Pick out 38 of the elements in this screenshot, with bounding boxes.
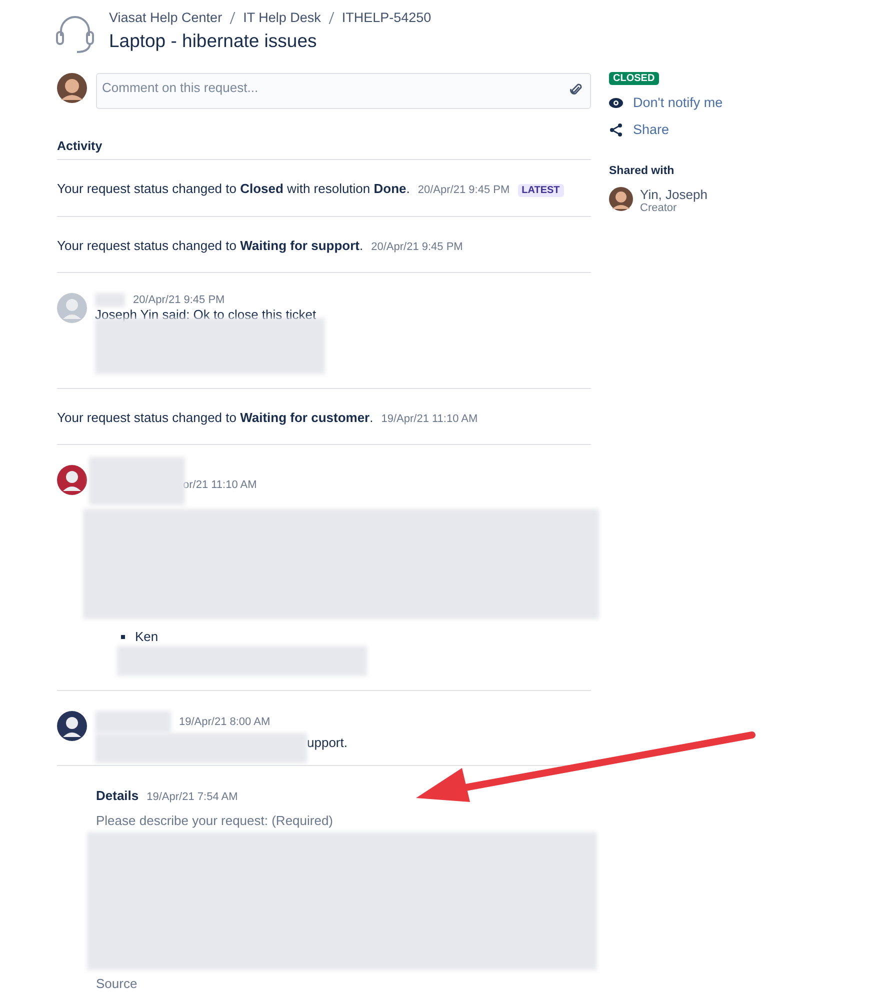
field-label: Please describe your request: (Required) — [96, 813, 334, 828]
field-label: Source — [96, 976, 138, 991]
breadcrumb-link[interactable]: Viasat Help Center — [109, 10, 222, 25]
bullet-icon — [121, 634, 125, 638]
timestamp: 19/Apr/21 7:54 AM — [146, 791, 238, 803]
avatar — [57, 73, 87, 103]
comment-text: upport. — [307, 734, 348, 750]
status-change-text: Your request status changed to Waiting for support. — [57, 238, 364, 253]
timestamp: 20/Apr/21 9:45 PM — [418, 184, 510, 196]
action-link[interactable]: Don't notify me — [609, 93, 723, 112]
status-lozenge: CLOSED — [609, 72, 659, 85]
avatar — [57, 465, 87, 495]
person-role: Creator — [640, 202, 678, 214]
timestamp: 19/Apr/21 11:10 AM — [381, 413, 478, 425]
comment-text: Joseph Yin said: Ok to close this ticket — [95, 307, 318, 322]
paperclip-icon[interactable] — [570, 82, 582, 96]
status-change-text: Your request status changed to Waiting for customer. — [57, 410, 374, 425]
comment-field[interactable]: Comment on this request... — [96, 73, 591, 109]
timestamp: 19/Apr/21 8:00 AM — [179, 716, 270, 728]
share-icon — [609, 122, 623, 136]
activity-heading: Activity — [57, 139, 591, 160]
person-name: Yin, Joseph — [640, 187, 708, 202]
timestamp: 20/Apr/21 9:45 PM — [371, 241, 463, 253]
timestamp: or/21 11:10 AM — [183, 479, 257, 491]
avatar — [57, 711, 87, 741]
action-link[interactable]: Share — [609, 120, 670, 139]
avatar — [609, 187, 633, 211]
request-title: Laptop - hibernate issues — [109, 30, 318, 52]
shared-with-heading: Shared with — [609, 165, 674, 177]
list-item-text: Ken — [135, 629, 158, 644]
latest-badge: LATEST — [518, 184, 564, 197]
details-heading: Details — [96, 788, 139, 803]
breadcrumb-link[interactable]: IT Help Desk — [243, 10, 321, 25]
eye-icon — [609, 98, 623, 108]
breadcrumb-link[interactable]: ITHELP-54250 — [342, 10, 432, 25]
timestamp: 20/Apr/21 9:45 PM — [133, 294, 225, 306]
avatar — [57, 293, 87, 323]
status-change-text: Your request status changed to Closed with resolution Done. — [57, 181, 410, 196]
